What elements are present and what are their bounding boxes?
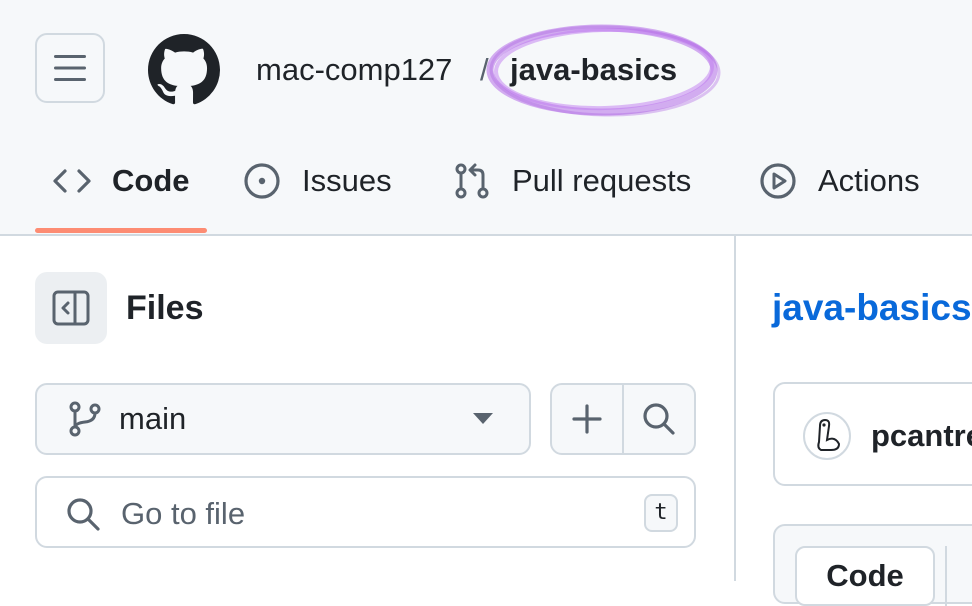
play-icon <box>760 163 796 199</box>
file-view-panel: Code <box>773 524 972 606</box>
commit-author[interactable]: pcantre <box>871 416 972 456</box>
code-view-tab[interactable]: Code <box>795 546 935 606</box>
breadcrumb-owner[interactable]: mac-comp127 <box>256 48 452 92</box>
tab-issues[interactable]: Issues <box>242 156 392 206</box>
search-code-button[interactable] <box>622 385 694 453</box>
go-to-file-placeholder: Go to file <box>121 496 246 531</box>
git-pull-request-icon <box>455 163 489 199</box>
tab-actions-label: Actions <box>818 163 920 198</box>
tab-code-label: Code <box>112 163 190 198</box>
menu-button[interactable] <box>35 33 105 103</box>
chevron-down-icon <box>473 413 493 424</box>
hamburger-icon <box>54 55 86 81</box>
breadcrumb-repo[interactable]: java-basics <box>510 48 677 92</box>
file-actions-group <box>550 383 696 455</box>
toggle-file-tree-button[interactable] <box>35 272 107 344</box>
latest-commit-box: pcantre <box>773 382 972 486</box>
repo-name-link[interactable]: java-basics <box>772 286 972 330</box>
sidebar-collapse-icon <box>52 290 90 326</box>
repo-header: mac-comp127 / java-basics Code Issues Pu… <box>0 0 972 236</box>
tab-code[interactable]: Code <box>52 156 190 206</box>
github-logo-icon[interactable] <box>148 34 220 106</box>
alternate-view-tab[interactable] <box>945 546 972 606</box>
tab-pull-requests[interactable]: Pull requests <box>452 156 691 206</box>
git-branch-icon <box>69 401 101 437</box>
selected-tab-underline <box>35 228 207 233</box>
go-to-file-input[interactable]: Go to file t <box>35 476 696 548</box>
avatar-image-icon <box>817 418 841 451</box>
pane-divider[interactable] <box>734 236 736 581</box>
search-icon <box>643 403 675 435</box>
plus-icon <box>572 404 602 434</box>
search-icon <box>67 498 100 531</box>
files-title: Files <box>126 289 204 327</box>
avatar[interactable] <box>803 412 851 460</box>
keyboard-shortcut-badge: t <box>644 494 678 532</box>
code-icon <box>53 169 91 193</box>
branch-selector[interactable]: main <box>35 383 531 455</box>
branch-name: main <box>119 401 187 436</box>
tab-actions[interactable]: Actions <box>758 156 920 206</box>
add-file-button[interactable] <box>552 385 622 453</box>
issue-opened-icon <box>244 163 280 199</box>
tab-pull-requests-label: Pull requests <box>512 163 692 198</box>
breadcrumb-separator: / <box>480 52 489 87</box>
tab-issues-label: Issues <box>302 163 392 198</box>
